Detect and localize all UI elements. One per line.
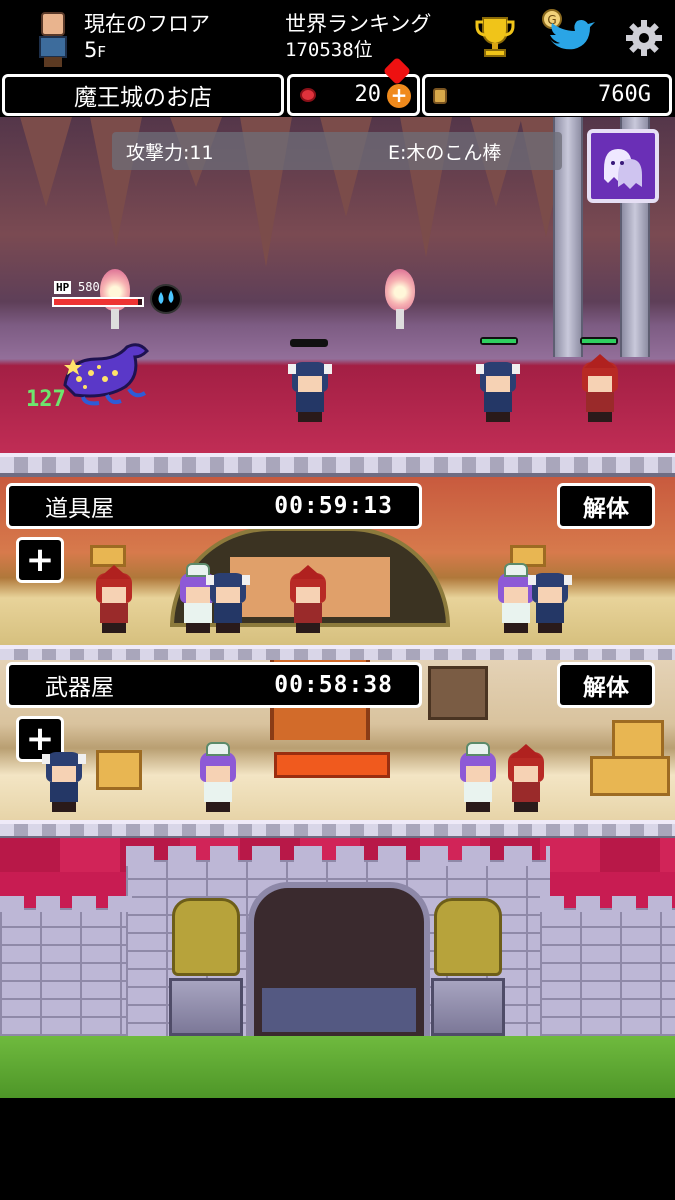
shop-timer: 00:59:13 [274,493,393,519]
stat-bar: 攻撃力:11 E:木のこん棒 [112,132,562,170]
shop-name: 武器屋 [45,675,114,701]
staff-knight[interactable] [206,573,250,635]
castle-entrance [0,838,675,1098]
item-shop-floor[interactable]: 道具屋 00:59:13 解体 + [0,477,675,645]
current-floor-label: 現在のフロア [84,12,210,36]
shop-title-box[interactable]: 魔王城のお店 [2,74,284,116]
gargoyle-statue [172,898,240,976]
add-staff-button[interactable]: + [16,537,64,583]
orange-plus-icon[interactable]: + [387,84,411,108]
damage-popup: 127 [26,387,66,412]
twitter-bird-icon[interactable]: G [540,4,596,66]
staff-knight[interactable] [528,573,572,635]
staff-mage[interactable] [504,744,548,814]
hp-value: 580 [78,280,100,294]
equipped-weapon: E:木のこん棒 [388,141,502,164]
weapon-shop-floor[interactable]: 武器屋 00:58:38 解体 + [0,660,675,820]
floor-divider [0,453,675,477]
hp-label: HP [54,281,72,294]
torch-flame [385,269,415,311]
floor-number: 5 [84,38,98,62]
gear-icon[interactable] [622,16,666,60]
staff-cleric[interactable] [456,742,500,814]
floor-divider [0,820,675,840]
staff-cleric[interactable] [196,742,240,814]
shop-timer: 00:58:38 [274,672,393,698]
staff-knight[interactable] [42,752,86,814]
dismantle-button[interactable]: 解体 [557,483,655,529]
dismantle-button[interactable]: 解体 [557,662,655,708]
gem-count: 20 [354,82,382,107]
attack-power: 攻撃力:11 [126,141,214,164]
world-ranking-value: 170538位 [285,39,373,61]
enemy-monster[interactable] [55,337,155,407]
world-ranking-label: 世界ランキング [285,12,432,36]
battle-scene[interactable]: 攻撃力:11 E:木のこん棒 HP 580 127 [0,117,675,453]
ally-hp-bar [580,337,618,345]
hero-knight[interactable] [288,362,332,424]
hero-knight[interactable] [476,362,520,424]
red-gem-icon [300,88,316,102]
staff-mage[interactable] [92,565,136,635]
pedestal [169,978,243,1036]
ally-hp-bar [290,339,328,347]
gold-amount: 760G [598,82,651,107]
gold-counter: 760G [422,74,672,116]
hero-mage[interactable] [578,354,622,424]
gold-coin-icon [433,88,447,104]
grass-ground [0,1036,675,1098]
top-bar: 現在のフロア 5F 世界ランキング 170538位 G [0,0,675,72]
enemy-hp-bar: HP 580 [52,280,144,311]
hp-fill [54,299,138,305]
pedestal [431,978,505,1036]
shop-title: 魔王城のお店 [74,85,212,111]
gargoyle-statue [434,898,502,976]
ghost-skill-icon[interactable] [587,129,659,203]
floor-unit: F [97,43,107,61]
staff-mage[interactable] [286,565,330,635]
shop-label-weapon-shop[interactable]: 武器屋 00:58:38 [6,662,422,708]
gem-counter: 20 + [287,56,420,116]
shop-name: 道具屋 [45,496,114,522]
shop-label-item-shop[interactable]: 道具屋 00:59:13 [6,483,422,529]
current-floor-value: 5F [84,38,106,64]
ally-hp-bar [480,337,518,345]
trophy-icon[interactable] [472,14,518,60]
water-drop-icon [150,284,182,314]
player-avatar[interactable] [36,10,70,68]
